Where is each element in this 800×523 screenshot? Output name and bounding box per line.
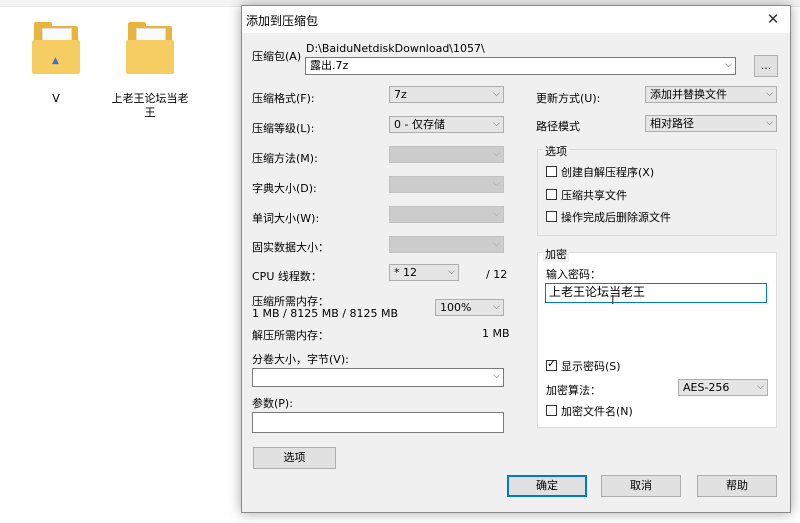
chevron-down-icon: ⌵ [493, 209, 500, 219]
show-password-checkbox[interactable]: ✓ [546, 357, 557, 371]
update-label: 更新方式(U): [536, 92, 601, 105]
delete-source-checkbox[interactable] [546, 211, 557, 222]
options-group-title: 选项 [543, 143, 569, 159]
delete-source-label: 操作完成后删除源文件 [561, 211, 671, 224]
archive-name-combo[interactable]: 露出.7z ⌵ [305, 57, 736, 75]
mem-compress-detail: 1 MB / 8125 MB / 8125 MB [252, 307, 398, 320]
mem-compress-value: 100% [440, 301, 472, 314]
password-input[interactable]: 上老王论坛当老王 [545, 283, 767, 303]
cancel-button[interactable]: 取消 [601, 475, 681, 497]
word-label: 单词大小(W): [252, 212, 320, 225]
archive-name-value: 露出.7z [310, 59, 349, 72]
threads-value: * 12 [394, 266, 417, 279]
folder-icon [126, 20, 174, 74]
encryption-method-select[interactable]: AES-256 ⌵ [678, 379, 768, 396]
ok-button[interactable]: 确定 [507, 475, 587, 497]
chevron-down-icon: ⌵ [766, 89, 773, 99]
split-label: 分卷大小，字节(V): [252, 353, 349, 366]
archive-path: D:\BaiduNetdiskDownload\1057\ [306, 42, 485, 55]
mem-decompress-label: 解压所需内存： [252, 329, 329, 342]
help-button[interactable]: 帮助 [697, 475, 777, 497]
show-password-label: 显示密码(S) [561, 360, 621, 373]
dict-label: 字典大小(D): [252, 182, 317, 195]
desktop-folder-label: 上老王论坛当老王 [111, 92, 189, 119]
sfx-checkbox[interactable] [546, 166, 557, 177]
path-mode-value: 相对路径 [650, 117, 694, 130]
format-label: 压缩格式(F): [252, 92, 315, 105]
threads-max: / 12 [486, 268, 508, 281]
dialog-titlebar: 添加到压缩包 ✕ [242, 6, 790, 33]
format-select[interactable]: 7z ⌵ [389, 86, 504, 103]
chevron-down-icon: ⌵ [493, 119, 500, 129]
options-button[interactable]: 选项 [253, 447, 336, 469]
text-cursor-icon: I [611, 293, 615, 307]
word-select[interactable]: ⌵ [389, 206, 504, 223]
chevron-down-icon: ⌵ [725, 60, 732, 70]
params-input[interactable] [252, 412, 504, 433]
chevron-down-icon: ⌵ [493, 89, 500, 99]
format-value: 7z [394, 88, 407, 101]
level-select[interactable]: 0 - 仅存储 ⌵ [389, 116, 504, 133]
split-combo[interactable]: ⌵ [252, 368, 504, 387]
add-to-archive-dialog: 添加到压缩包 ✕ 压缩包(A) D:\BaiduNetdiskDownload\… [241, 5, 791, 513]
sfx-label: 创建自解压程序(X) [561, 166, 655, 179]
solid-label: 固实数据大小： [252, 241, 329, 254]
chevron-down-icon: ⌵ [493, 239, 500, 249]
encrypt-names-label: 加密文件名(N) [561, 405, 633, 418]
level-value: 0 - 仅存储 [394, 118, 445, 131]
threads-select[interactable]: * 12 ⌵ [389, 264, 459, 281]
encrypt-names-checkbox[interactable] [546, 405, 557, 416]
update-select[interactable]: 添加并替换文件 ⌵ [645, 86, 777, 103]
chevron-down-icon: ⌵ [493, 302, 500, 312]
encryption-group-title: 加密 [543, 246, 569, 262]
update-value: 添加并替换文件 [650, 88, 727, 101]
method-label: 压缩方法(M): [252, 152, 318, 165]
folder-icon: ▲ [32, 20, 80, 74]
desktop-folder-laowang[interactable]: 上老王论坛当老王 [110, 20, 190, 120]
mem-decompress-value: 1 MB [482, 327, 510, 340]
chevron-down-icon: ⌵ [493, 179, 500, 189]
password-value: 上老王论坛当老王 [549, 285, 646, 299]
shared-label: 压缩共享文件 [561, 189, 627, 202]
level-label: 压缩等级(L): [252, 122, 315, 135]
archive-label: 压缩包(A) [252, 50, 302, 63]
threads-label: CPU 线程数： [252, 270, 322, 283]
path-mode-label: 路径模式 [536, 120, 580, 133]
chevron-down-icon: ⌵ [493, 371, 500, 381]
dict-select[interactable]: ⌵ [389, 176, 504, 193]
path-mode-select[interactable]: 相对路径 ⌵ [645, 115, 777, 132]
desktop-folder-v[interactable]: ▲ V [16, 20, 96, 106]
close-icon[interactable]: ✕ [762, 9, 784, 29]
desktop-folder-label: V [52, 92, 60, 105]
method-select[interactable]: ⌵ [389, 146, 504, 163]
shared-checkbox[interactable] [546, 189, 557, 200]
mem-compress-select[interactable]: 100% ⌵ [435, 299, 504, 316]
chevron-down-icon: ⌵ [757, 382, 764, 392]
chevron-down-icon: ⌵ [448, 267, 455, 277]
browse-button[interactable]: ... [754, 55, 778, 77]
encryption-method-label: 加密算法： [546, 384, 601, 397]
chevron-down-icon: ⌵ [493, 149, 500, 159]
encryption-method-value: AES-256 [683, 381, 730, 394]
solid-select[interactable]: ⌵ [389, 236, 504, 253]
password-label: 输入密码： [546, 268, 601, 281]
params-label: 参数(P): [252, 397, 293, 410]
chevron-down-icon: ⌵ [766, 118, 773, 128]
dialog-title: 添加到压缩包 [246, 14, 319, 28]
